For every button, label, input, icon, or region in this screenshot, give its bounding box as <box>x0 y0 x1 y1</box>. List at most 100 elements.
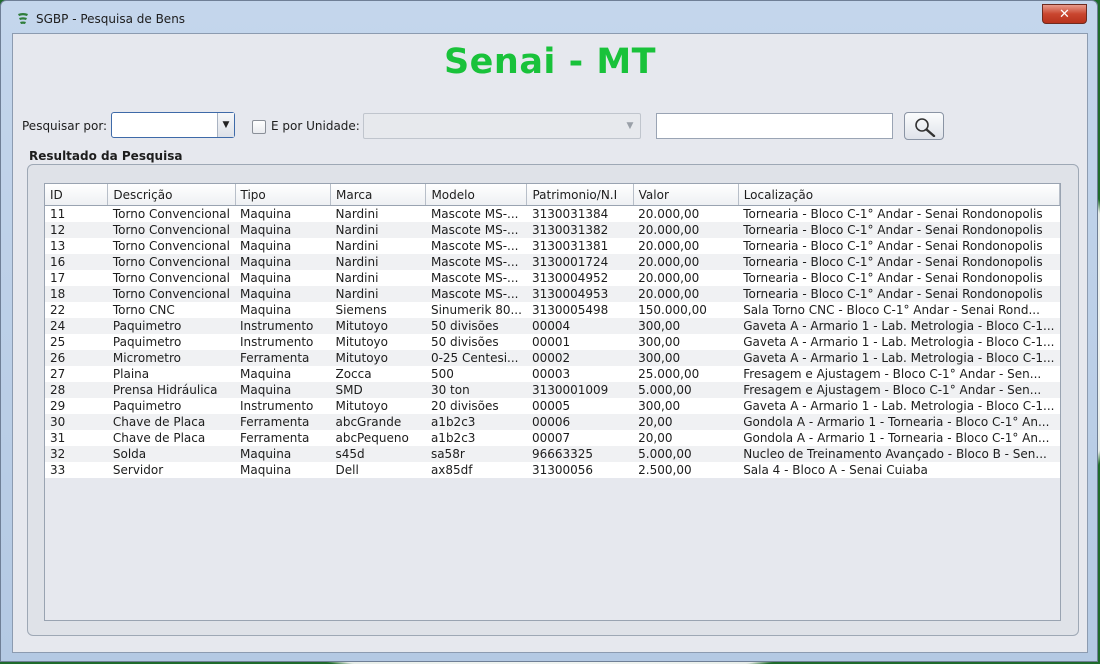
table-cell: Mitutoyo <box>335 319 388 333</box>
table-cell: 3130004952 <box>531 271 609 285</box>
table-cell: 17 <box>50 271 66 285</box>
table-cell: Maquina <box>240 287 292 301</box>
table-cell: 25 <box>50 335 66 349</box>
table-row[interactable]: 28 Prensa Hidráulica Maquina SMD 30 ton 31300… <box>45 382 1060 398</box>
column-header-localizacao[interactable]: Localização <box>738 184 1060 206</box>
table-cell: 20.000,00 <box>638 223 700 237</box>
table-cell: Fresagem e Ajustagem - Bloco C-1° Andar … <box>743 383 1042 397</box>
table-row[interactable]: 13 Torno Convencional Maquina Nardini Mascot… <box>45 238 1060 254</box>
column-header-modelo[interactable]: Modelo <box>425 184 528 206</box>
column-header-marca[interactable]: Marca <box>330 184 427 206</box>
search-input[interactable] <box>656 113 893 139</box>
table-cell: 33 <box>50 463 66 477</box>
table-cell: 3130031381 <box>531 239 609 253</box>
column-header-id[interactable]: ID <box>45 184 109 206</box>
table-row[interactable]: 22 Torno CNC Maquina Siemens Sinumerik 80...… <box>45 302 1060 318</box>
table-cell: Nardini <box>335 239 379 253</box>
unit-select[interactable]: ▼ <box>363 113 641 139</box>
table-cell: Mascote MS-... <box>430 287 519 301</box>
table-cell: 300,00 <box>638 319 681 333</box>
table-cell: SMD <box>335 383 363 397</box>
table-cell: Zocca <box>335 367 372 381</box>
table-cell: 3130004953 <box>531 287 609 301</box>
table-row[interactable]: 18 Torno Convencional Maquina Nardini Mascot… <box>45 286 1060 302</box>
table-row[interactable]: 25 Paquimetro Instrumento Mitutoyo 50 divisõ… <box>45 334 1060 350</box>
table-cell: 00004 <box>531 319 571 333</box>
results-table-container[interactable]: ID Descrição Tipo Marca Modelo Patrimoni… <box>44 183 1061 621</box>
column-header-valor[interactable]: Valor <box>633 184 739 206</box>
close-button[interactable]: ✕ <box>1042 4 1087 24</box>
table-cell: Ferramenta <box>240 431 310 445</box>
table-header-row: ID Descrição Tipo Marca Modelo Patrimoni… <box>45 184 1060 206</box>
table-cell: Chave de Placa <box>112 415 206 429</box>
table-cell: 150.000,00 <box>638 303 707 317</box>
search-by-select[interactable]: ▼ <box>111 112 235 138</box>
table-cell: Tornearia - Bloco C-1° Andar - Senai Ron… <box>743 287 1043 301</box>
title-bar[interactable]: SGBP - Pesquisa de Bens ✕ <box>1 1 1097 37</box>
table-cell: 50 divisões <box>430 319 499 333</box>
table-cell: Gaveta A - Armario 1 - Lab. Metrologia -… <box>743 399 1055 413</box>
table-cell: 3130031384 <box>531 207 609 221</box>
table-cell: Maquina <box>240 271 292 285</box>
table-cell: abcPequeno <box>335 431 409 445</box>
table-cell: Maquina <box>240 255 292 269</box>
table-cell: Torno Convencional <box>112 207 230 221</box>
table-cell: 00005 <box>531 399 571 413</box>
table-cell: Nardini <box>335 207 379 221</box>
table-row[interactable]: 27 Plaina Maquina Zocca 500 00003 25.000,00 Fre… <box>45 366 1060 382</box>
table-cell: 00006 <box>531 415 571 429</box>
chevron-down-icon[interactable]: ▼ <box>622 114 638 138</box>
table-cell: Paquimetro <box>112 319 182 333</box>
table-row[interactable]: 16 Torno Convencional Maquina Nardini Mascot… <box>45 254 1060 270</box>
table-cell: Tornearia - Bloco C-1° Andar - Senai Ron… <box>743 255 1043 269</box>
table-row[interactable]: 17 Torno Convencional Maquina Nardini Mascot… <box>45 270 1060 286</box>
search-by-label: Pesquisar por: <box>22 119 108 133</box>
chevron-down-icon[interactable]: ▼ <box>217 113 234 137</box>
table-row[interactable]: 24 Paquimetro Instrumento Mitutoyo 50 divisõ… <box>45 318 1060 334</box>
table-cell: 20,00 <box>638 431 673 445</box>
table-cell: Sala 4 - Bloco A - Senai Cuiaba <box>743 463 928 477</box>
table-cell: Tornearia - Bloco C-1° Andar - Senai Ron… <box>743 207 1043 221</box>
table-cell: 24 <box>50 319 66 333</box>
table-cell: 3130001724 <box>531 255 609 269</box>
table-cell: 30 <box>50 415 66 429</box>
table-cell: Paquimetro <box>112 335 182 349</box>
unit-checkbox[interactable] <box>252 120 266 134</box>
table-cell: Siemens <box>335 303 387 317</box>
table-cell: Gaveta A - Armario 1 - Lab. Metrologia -… <box>743 335 1055 349</box>
table-cell: Torno Convencional <box>112 255 230 269</box>
table-cell: 0-25 Centesi... <box>430 351 519 365</box>
table-cell: Maquina <box>240 207 292 221</box>
table-cell: a1b2c3 <box>430 431 476 445</box>
brand-title: Senai - MT <box>443 42 657 82</box>
table-cell: Plaina <box>112 367 150 381</box>
search-icon <box>915 118 936 137</box>
table-row[interactable]: 29 Paquimetro Instrumento Mitutoyo 20 divisõ… <box>45 398 1060 414</box>
table-cell: Ferramenta <box>240 351 310 365</box>
table-cell: Gaveta A - Armario 1 - Lab. Metrologia -… <box>743 351 1055 365</box>
table-row[interactable]: 32 Solda Maquina s45d sa58r 96663325 5.000,00 N… <box>45 446 1060 462</box>
table-cell: Mitutoyo <box>335 399 388 413</box>
table-row[interactable]: 31 Chave de Placa Ferramenta abcPequeno a1b2… <box>45 430 1060 446</box>
table-cell: Instrumento <box>240 399 314 413</box>
column-header-descricao[interactable]: Descrição <box>107 184 236 206</box>
table-cell: 28 <box>50 383 66 397</box>
search-button[interactable] <box>904 112 944 140</box>
column-header-tipo[interactable]: Tipo <box>235 184 331 206</box>
table-row[interactable]: 30 Chave de Placa Ferramenta abcGrande a1b2c… <box>45 414 1060 430</box>
table-cell: 00007 <box>531 431 571 445</box>
table-cell: 5.000,00 <box>638 383 692 397</box>
table-row[interactable]: 33 Servidor Maquina Dell ax85df 31300056 2.500… <box>45 462 1060 478</box>
column-header-patrimonio[interactable]: Patrimonio/N.I <box>526 184 634 206</box>
table-row[interactable]: 12 Torno Convencional Maquina Nardini Mascot… <box>45 222 1060 238</box>
table-cell: 3130005498 <box>531 303 609 317</box>
table-row[interactable]: 26 Micrometro Ferramenta Mitutoyo 0-25 Cente… <box>45 350 1060 366</box>
table-cell: Tornearia - Bloco C-1° Andar - Senai Ron… <box>743 271 1043 285</box>
table-cell: 12 <box>50 223 66 237</box>
table-cell: Mascote MS-... <box>430 271 519 285</box>
table-row[interactable]: 11 Torno Convencional Maquina Nardini Mascot… <box>45 205 1060 222</box>
table-cell: Instrumento <box>240 335 314 349</box>
table-cell: 96663325 <box>531 447 594 461</box>
table-cell: ax85df <box>430 463 473 477</box>
table-cell: 50 divisões <box>430 335 499 349</box>
